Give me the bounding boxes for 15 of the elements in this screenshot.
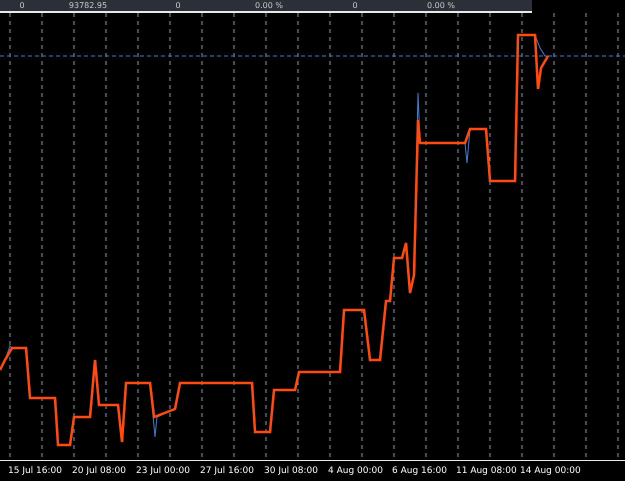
time-label: 20 Jul 08:00 <box>72 466 127 476</box>
time-label: 27 Jul 16:00 <box>200 466 255 476</box>
time-label: 4 Aug 00:00 <box>328 466 384 476</box>
time-label: 15 Jul 16:00 <box>8 466 63 476</box>
summary-value: 0.00 % <box>426 0 456 11</box>
summary-value: 0.00 % <box>254 0 284 11</box>
time-label: 14 Aug 00:00 <box>520 466 582 476</box>
time-label: 30 Jul 08:00 <box>264 466 319 476</box>
time-label: 6 Aug 16:00 <box>392 466 448 476</box>
summary-value: 93782.95 <box>68 0 108 11</box>
time-label: 23 Jul 00:00 <box>136 466 191 476</box>
summary-value: 0 <box>174 0 182 11</box>
time-label: 11 Aug 08:00 <box>456 466 518 476</box>
summary-value: 0 <box>351 0 359 11</box>
summary-value: 0 <box>18 0 26 11</box>
